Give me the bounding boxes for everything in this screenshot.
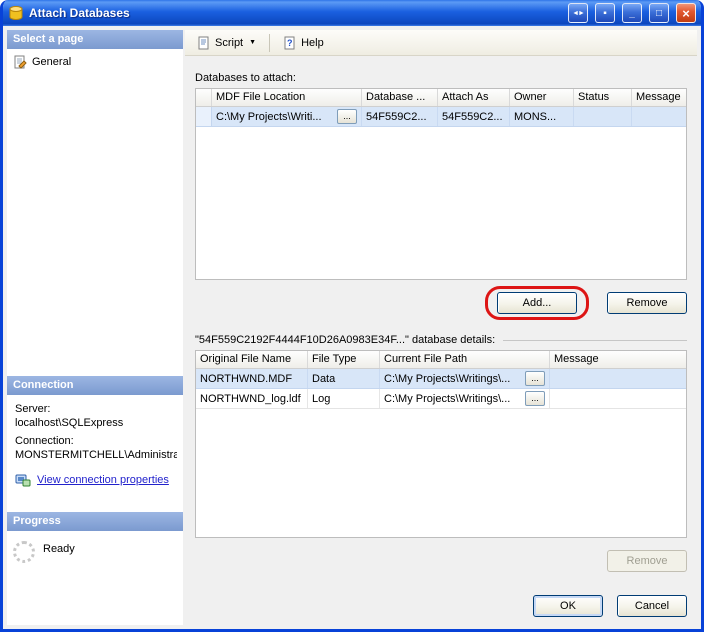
sidebar: Select a page General Connection Server: (7, 30, 183, 625)
details-grid-header-row: Original File Name File Type Current Fil… (196, 351, 686, 369)
database-details-grid: Original File Name File Type Current Fil… (195, 350, 687, 538)
script-dropdown-arrow-icon[interactable]: ▼ (249, 39, 256, 46)
col-current-file-path: Current File Path (380, 351, 550, 368)
help-button[interactable]: ? Help (277, 33, 330, 53)
owner-value: MONS... (510, 107, 574, 126)
remove-details-button: Remove (607, 550, 687, 572)
file-type-value: Data (308, 369, 380, 388)
status-value (574, 107, 632, 126)
file-type-value: Log (308, 389, 380, 408)
database-details-label: "54F559C2192F4444F10D26A0983E34F..." dat… (195, 334, 495, 346)
col-database: Database ... (362, 89, 438, 106)
details-message-value (550, 369, 686, 388)
message-value (632, 107, 686, 126)
row-selector[interactable] (196, 107, 212, 126)
original-file-name-value: NORTHWND_log.ldf (196, 389, 308, 408)
toolbar-separator (269, 34, 270, 52)
col-attach-as: Attach As (438, 89, 510, 106)
remove-button[interactable]: Remove (607, 292, 687, 314)
attach-grid-row[interactable]: C:\My Projects\Writi... ... 54F559C2... … (196, 107, 686, 127)
details-message-value (550, 389, 686, 408)
browse-mdf-button[interactable]: ... (337, 109, 357, 124)
connection-label: Connection: (15, 435, 177, 447)
minimize-button[interactable]: _ (622, 3, 642, 23)
select-a-page-header: Select a page (7, 30, 183, 49)
progress-status: Ready (43, 543, 75, 555)
title-bar: Attach Databases ◄► ▪ _ □ × (3, 0, 701, 26)
current-file-path-value: C:\My Projects\Writings\... (384, 393, 510, 405)
connection-value: MONSTERMITCHELL\Administra (15, 449, 177, 461)
database-icon (8, 5, 24, 21)
databases-to-attach-grid: MDF File Location Database ... Attach As… (195, 88, 687, 280)
window-title: Attach Databases (29, 6, 561, 20)
attach-databases-dialog: Attach Databases ◄► ▪ _ □ × Select a pag… (0, 0, 704, 632)
sidebar-item-general[interactable]: General (13, 55, 177, 69)
col-original-file-name: Original File Name (196, 351, 308, 368)
attach-as-value: 54F559C2... (438, 107, 510, 126)
maximize-button[interactable]: □ (649, 3, 669, 23)
attach-grid-header-row: MDF File Location Database ... Attach As… (196, 89, 686, 107)
progress-header: Progress (7, 512, 183, 531)
col-details-message: Message (550, 351, 686, 368)
progress-panel: Ready (7, 531, 183, 625)
view-connection-properties-link[interactable]: View connection properties (37, 474, 169, 486)
sidebar-item-label: General (32, 56, 71, 68)
current-file-path-value: C:\My Projects\Writings\... (384, 373, 510, 385)
main-panel: Script ▼ ? Help Databases to attach: (185, 30, 697, 625)
attach-buttons-row: Add... Remove (195, 286, 687, 320)
col-owner: Owner (510, 89, 574, 106)
database-value: 54F559C2... (362, 107, 438, 126)
original-file-name-value: NORTHWND.MDF (196, 369, 308, 388)
view-connection-properties[interactable]: View connection properties (15, 473, 177, 487)
connection-properties-icon (15, 473, 31, 487)
databases-to-attach-label: Databases to attach: (195, 72, 687, 84)
details-grid-row[interactable]: NORTHWND.MDF Data C:\My Projects\Writing… (196, 369, 686, 389)
pages-panel: General (7, 49, 183, 376)
mdf-file-location-value: C:\My Projects\Writi... (216, 111, 322, 123)
col-status: Status (574, 89, 632, 106)
connection-header: Connection (7, 376, 183, 395)
dock-button[interactable]: ◄► (568, 3, 588, 23)
main-content: Databases to attach: MDF File Location D… (185, 56, 697, 625)
page-icon (13, 55, 27, 69)
dialog-buttons-row: OK Cancel (195, 595, 687, 617)
close-button[interactable]: × (676, 3, 696, 23)
details-grid-row[interactable]: NORTHWND_log.ldf Log C:\My Projects\Writ… (196, 389, 686, 409)
script-icon (197, 36, 211, 50)
help-label: Help (301, 37, 324, 49)
col-mdf-file-location: MDF File Location (212, 89, 362, 106)
svg-text:?: ? (287, 38, 293, 48)
window-button[interactable]: ▪ (595, 3, 615, 23)
script-label: Script (215, 37, 243, 49)
server-label: Server: (15, 403, 177, 415)
server-value: localhost\SQLExpress (15, 417, 177, 429)
help-icon: ? (283, 36, 297, 50)
dialog-body: Select a page General Connection Server: (3, 26, 701, 629)
toolbar: Script ▼ ? Help (185, 30, 697, 56)
ok-button[interactable]: OK (533, 595, 603, 617)
details-buttons-row: Remove (195, 550, 687, 572)
browse-log-path-button[interactable]: ... (525, 391, 545, 406)
add-button[interactable]: Add... (497, 292, 577, 314)
details-separator (503, 340, 687, 341)
browse-data-path-button[interactable]: ... (525, 371, 545, 386)
connection-panel: Server: localhost\SQLExpress Connection:… (7, 395, 183, 512)
database-details-row: "54F559C2192F4444F10D26A0983E34F..." dat… (195, 334, 687, 346)
row-selector-header (196, 89, 212, 106)
progress-spinner-icon (13, 541, 35, 563)
script-button[interactable]: Script ▼ (191, 33, 262, 53)
col-message: Message (632, 89, 686, 106)
cancel-button[interactable]: Cancel (617, 595, 687, 617)
col-file-type: File Type (308, 351, 380, 368)
